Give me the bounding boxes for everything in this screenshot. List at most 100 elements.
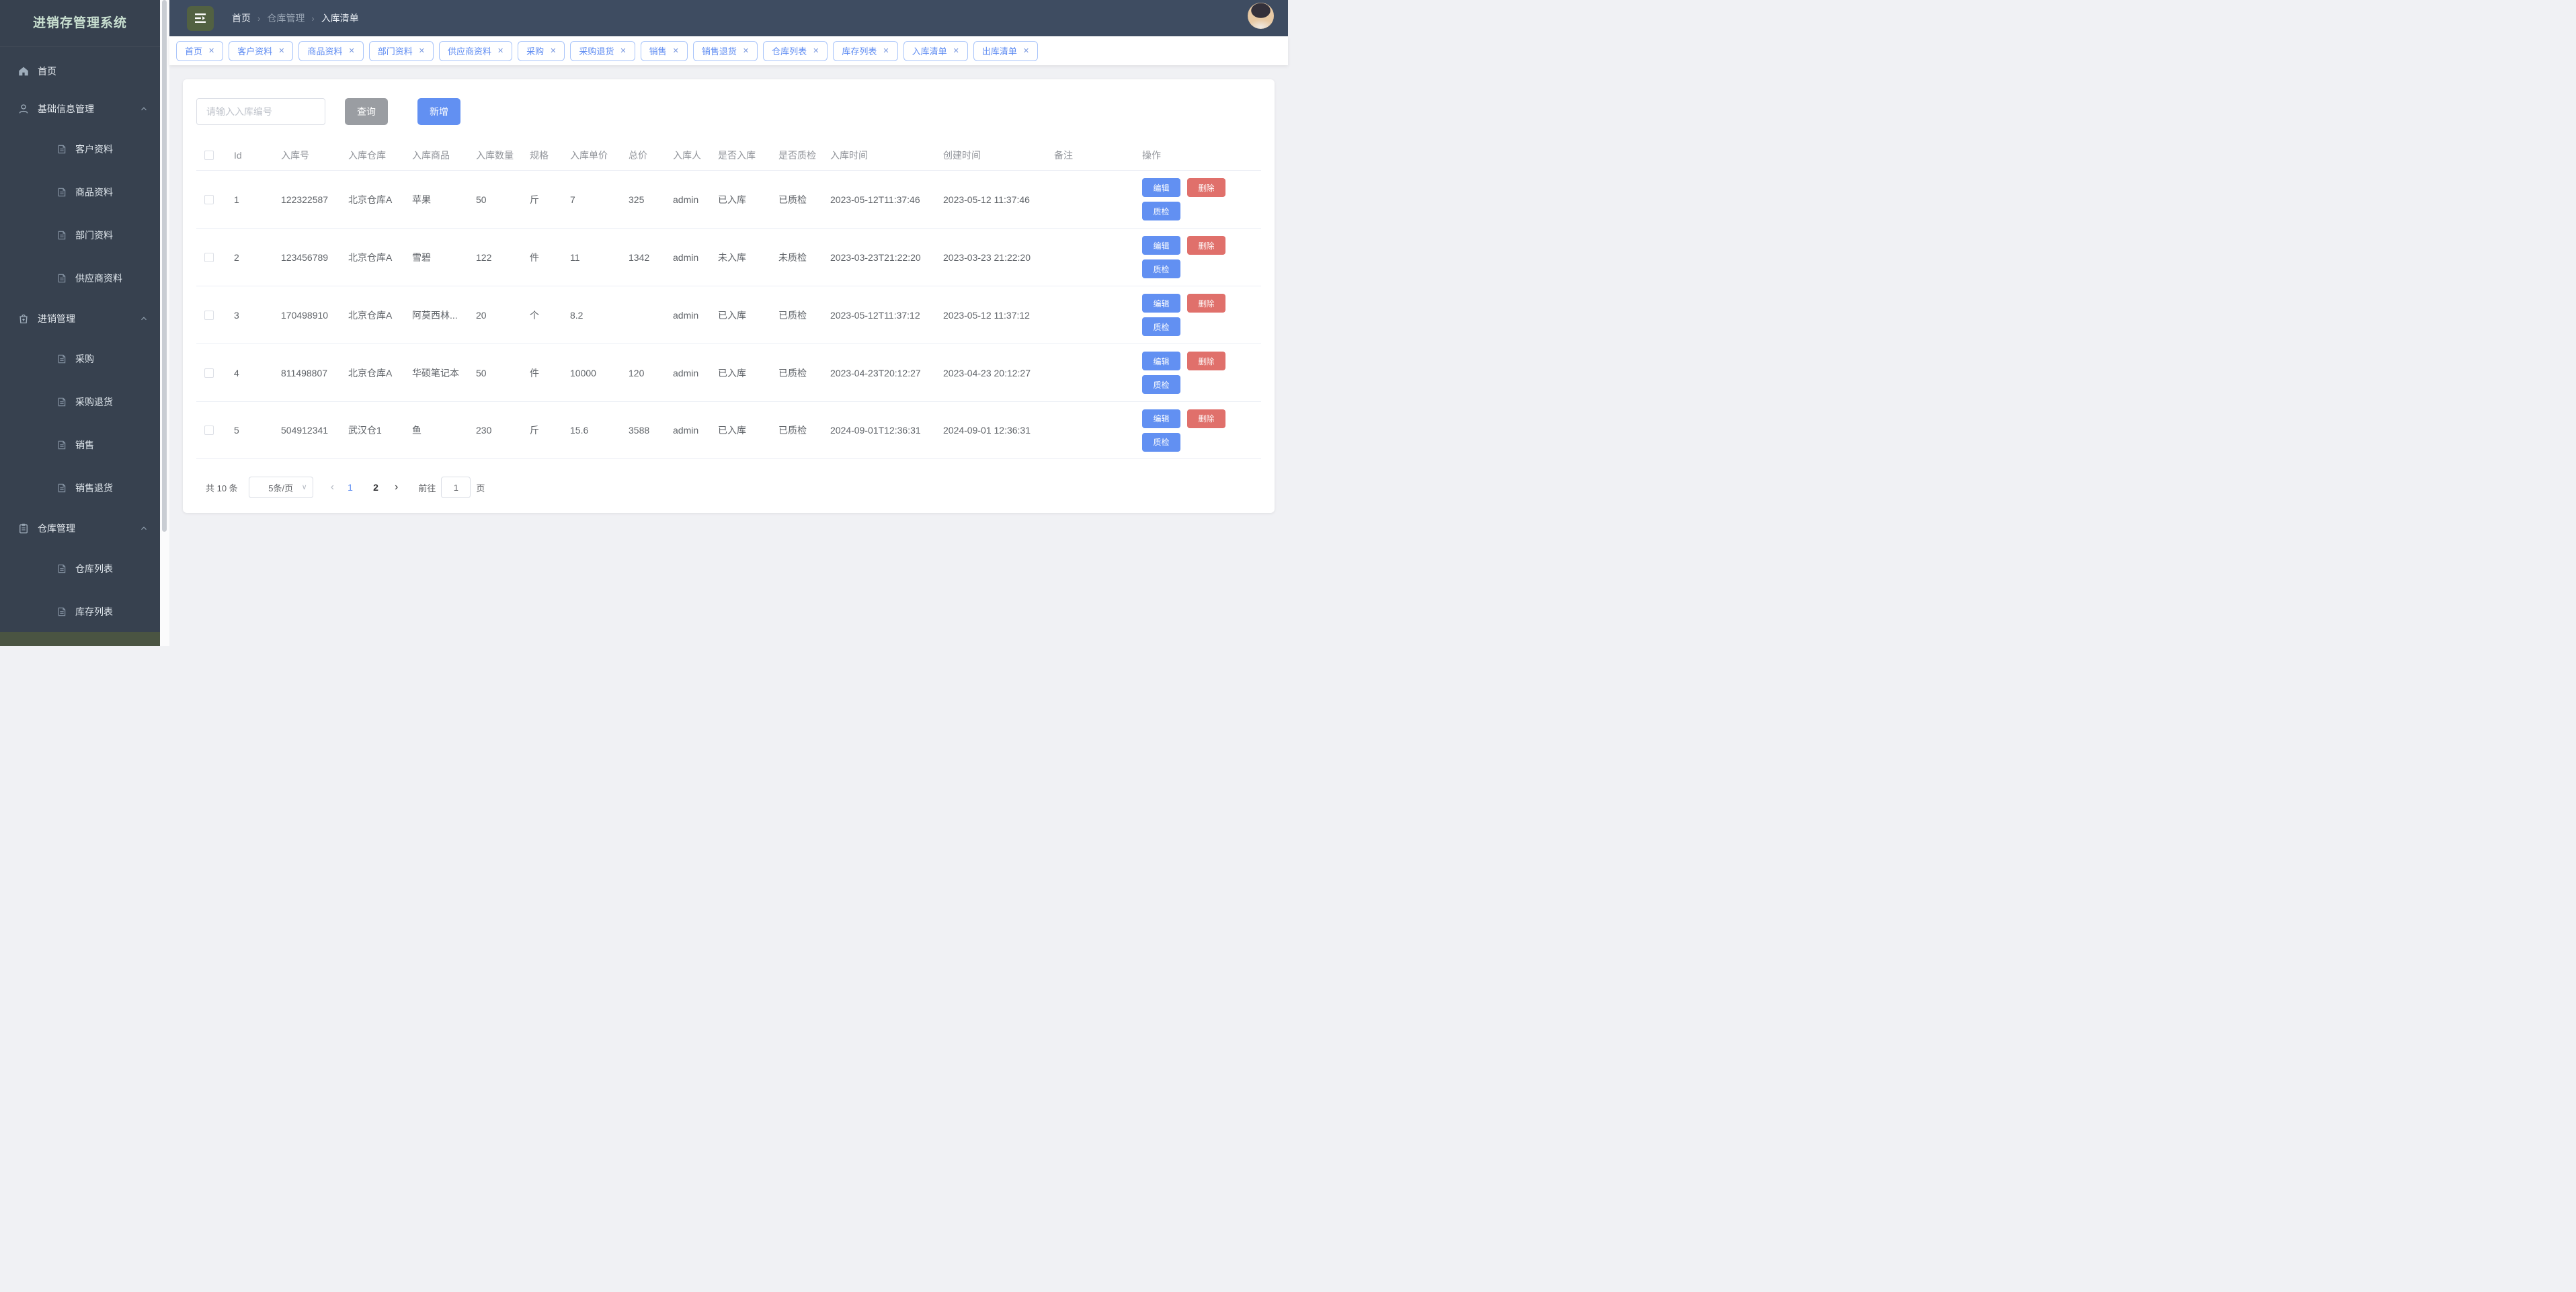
- edit-button[interactable]: 编辑: [1142, 236, 1180, 255]
- cell-qc-status: 已质检: [778, 309, 807, 321]
- tab-warehouse-list[interactable]: 仓库列表 ✕: [763, 40, 828, 61]
- sidebar-item-purchase-return[interactable]: 采购退货: [0, 380, 160, 423]
- close-icon[interactable]: ✕: [620, 46, 626, 55]
- page-number-1[interactable]: 1: [341, 482, 360, 493]
- tab-suppliers[interactable]: 供应商资料 ✕: [438, 40, 513, 61]
- tab-purchase-return[interactable]: 采购退货 ✕: [570, 40, 635, 61]
- sidebar-item-stock-list[interactable]: 库存列表: [0, 590, 160, 633]
- goto-page-input[interactable]: [441, 477, 471, 498]
- cell-inbound-time: 2024-09-01T12:36:31: [830, 425, 921, 436]
- tab-outbound-list[interactable]: 出库清单 ✕: [973, 40, 1039, 61]
- sidebar-group-base-info[interactable]: 基础信息管理: [0, 90, 160, 128]
- close-icon[interactable]: ✕: [278, 46, 284, 55]
- cell-id: 2: [234, 251, 239, 263]
- page-size-select[interactable]: 5条/页 ∨: [248, 477, 313, 498]
- close-icon[interactable]: ✕: [1023, 46, 1029, 55]
- sidebar-group-trade[interactable]: 进销管理: [0, 300, 160, 337]
- close-icon[interactable]: ✕: [419, 46, 425, 55]
- qc-button[interactable]: 质检: [1142, 432, 1180, 452]
- delete-button[interactable]: 删除: [1187, 352, 1225, 370]
- sidebar-item-sales-return[interactable]: 销售退货: [0, 467, 160, 510]
- tab-customers[interactable]: 客户资料 ✕: [229, 40, 294, 61]
- select-all-checkbox[interactable]: [204, 150, 214, 160]
- col-header: 入库单价: [570, 149, 608, 161]
- close-icon[interactable]: ✕: [673, 46, 679, 55]
- sidebar-item-label: 商品资料: [75, 187, 113, 198]
- close-icon[interactable]: ✕: [813, 46, 819, 55]
- tab-home[interactable]: 首页 ✕: [176, 40, 224, 61]
- delete-button[interactable]: 删除: [1187, 294, 1225, 313]
- breadcrumb-warehouse[interactable]: 仓库管理: [267, 11, 305, 25]
- row-checkbox[interactable]: [204, 310, 214, 320]
- scrollbar-thumb[interactable]: [162, 0, 167, 532]
- search-input[interactable]: [196, 98, 325, 125]
- cell-id: 3: [234, 309, 239, 321]
- tab-inbound-list[interactable]: 入库清单 ✕: [903, 40, 968, 61]
- tab-products[interactable]: 商品资料 ✕: [298, 40, 364, 61]
- top-bar: 首页 › 仓库管理 › 入库清单: [169, 0, 1288, 36]
- delete-button[interactable]: 删除: [1187, 409, 1225, 428]
- cell-created-time: 2023-03-23 21:22:20: [943, 251, 1031, 263]
- page-number-2[interactable]: 2: [366, 482, 385, 493]
- sidebar-item-departments[interactable]: 部门资料: [0, 214, 160, 257]
- tab-purchase[interactable]: 采购 ✕: [518, 40, 565, 61]
- col-header: 是否质检: [778, 149, 816, 161]
- col-header: 入库商品: [412, 149, 450, 161]
- tab-departments[interactable]: 部门资料 ✕: [368, 40, 434, 61]
- document-icon: [58, 354, 66, 364]
- sidebar-active-item-partial[interactable]: [0, 632, 160, 646]
- user-avatar[interactable]: [1248, 3, 1274, 29]
- close-icon[interactable]: ✕: [208, 46, 214, 55]
- sidebar-item-sales[interactable]: 销售: [0, 423, 160, 467]
- col-header: 入库数量: [476, 149, 514, 161]
- sidebar-group-warehouse[interactable]: 仓库管理: [0, 510, 160, 547]
- tab-stock-list[interactable]: 库存列表 ✕: [833, 40, 898, 61]
- add-button[interactable]: 新增: [417, 98, 460, 125]
- tab-sales[interactable]: 销售 ✕: [640, 40, 688, 61]
- document-icon: [58, 274, 66, 283]
- close-icon[interactable]: ✕: [883, 46, 889, 55]
- sidebar-item-home[interactable]: 首页: [0, 52, 160, 90]
- close-icon[interactable]: ✕: [743, 46, 749, 55]
- qc-button[interactable]: 质检: [1142, 259, 1180, 278]
- close-icon[interactable]: ✕: [953, 46, 959, 55]
- edit-button[interactable]: 编辑: [1142, 352, 1180, 370]
- collapse-menu-button[interactable]: [187, 5, 214, 31]
- cell-quantity: 122: [476, 251, 492, 263]
- cell-operator: admin: [673, 194, 699, 205]
- edit-button[interactable]: 编辑: [1142, 178, 1180, 197]
- sidebar-item-label: 供应商资料: [75, 273, 122, 284]
- sidebar-item-purchase[interactable]: 采购: [0, 337, 160, 380]
- sidebar-item-customers[interactable]: 客户资料: [0, 128, 160, 171]
- query-button[interactable]: 查询: [345, 98, 388, 125]
- delete-button[interactable]: 删除: [1187, 236, 1225, 255]
- edit-button[interactable]: 编辑: [1142, 409, 1180, 428]
- row-checkbox[interactable]: [204, 426, 214, 435]
- row-checkbox[interactable]: [204, 194, 214, 204]
- breadcrumb-home[interactable]: 首页: [232, 11, 251, 25]
- next-page-button[interactable]: ›: [395, 481, 398, 493]
- edit-button[interactable]: 编辑: [1142, 294, 1180, 313]
- sidebar-item-products[interactable]: 商品资料: [0, 171, 160, 214]
- sidebar-item-warehouse-list[interactable]: 仓库列表: [0, 547, 160, 590]
- tab-label: 入库清单: [912, 46, 947, 56]
- cell-unit-price: 7: [570, 194, 575, 205]
- qc-button[interactable]: 质检: [1142, 317, 1180, 336]
- close-icon[interactable]: ✕: [497, 46, 504, 55]
- prev-page-button[interactable]: ‹: [331, 481, 334, 493]
- table-row: 4 811498807 北京仓库A 华硕笔记本 50 件 10000 120 a…: [196, 344, 1261, 401]
- qc-button[interactable]: 质检: [1142, 375, 1180, 394]
- document-icon: [58, 483, 66, 493]
- sidebar-item-suppliers[interactable]: 供应商资料: [0, 257, 160, 300]
- delete-button[interactable]: 删除: [1187, 178, 1225, 197]
- qc-button[interactable]: 质检: [1142, 202, 1180, 220]
- close-icon[interactable]: ✕: [348, 46, 354, 55]
- row-checkbox[interactable]: [204, 252, 214, 262]
- cell-created-time: 2024-09-01 12:36:31: [943, 425, 1031, 436]
- col-header: 入库时间: [830, 149, 868, 161]
- row-checkbox[interactable]: [204, 368, 214, 378]
- cell-operator: admin: [673, 367, 699, 378]
- pagination-total: 共 10 条: [206, 483, 238, 493]
- tab-sales-return[interactable]: 销售退货 ✕: [692, 40, 758, 61]
- close-icon[interactable]: ✕: [550, 46, 556, 55]
